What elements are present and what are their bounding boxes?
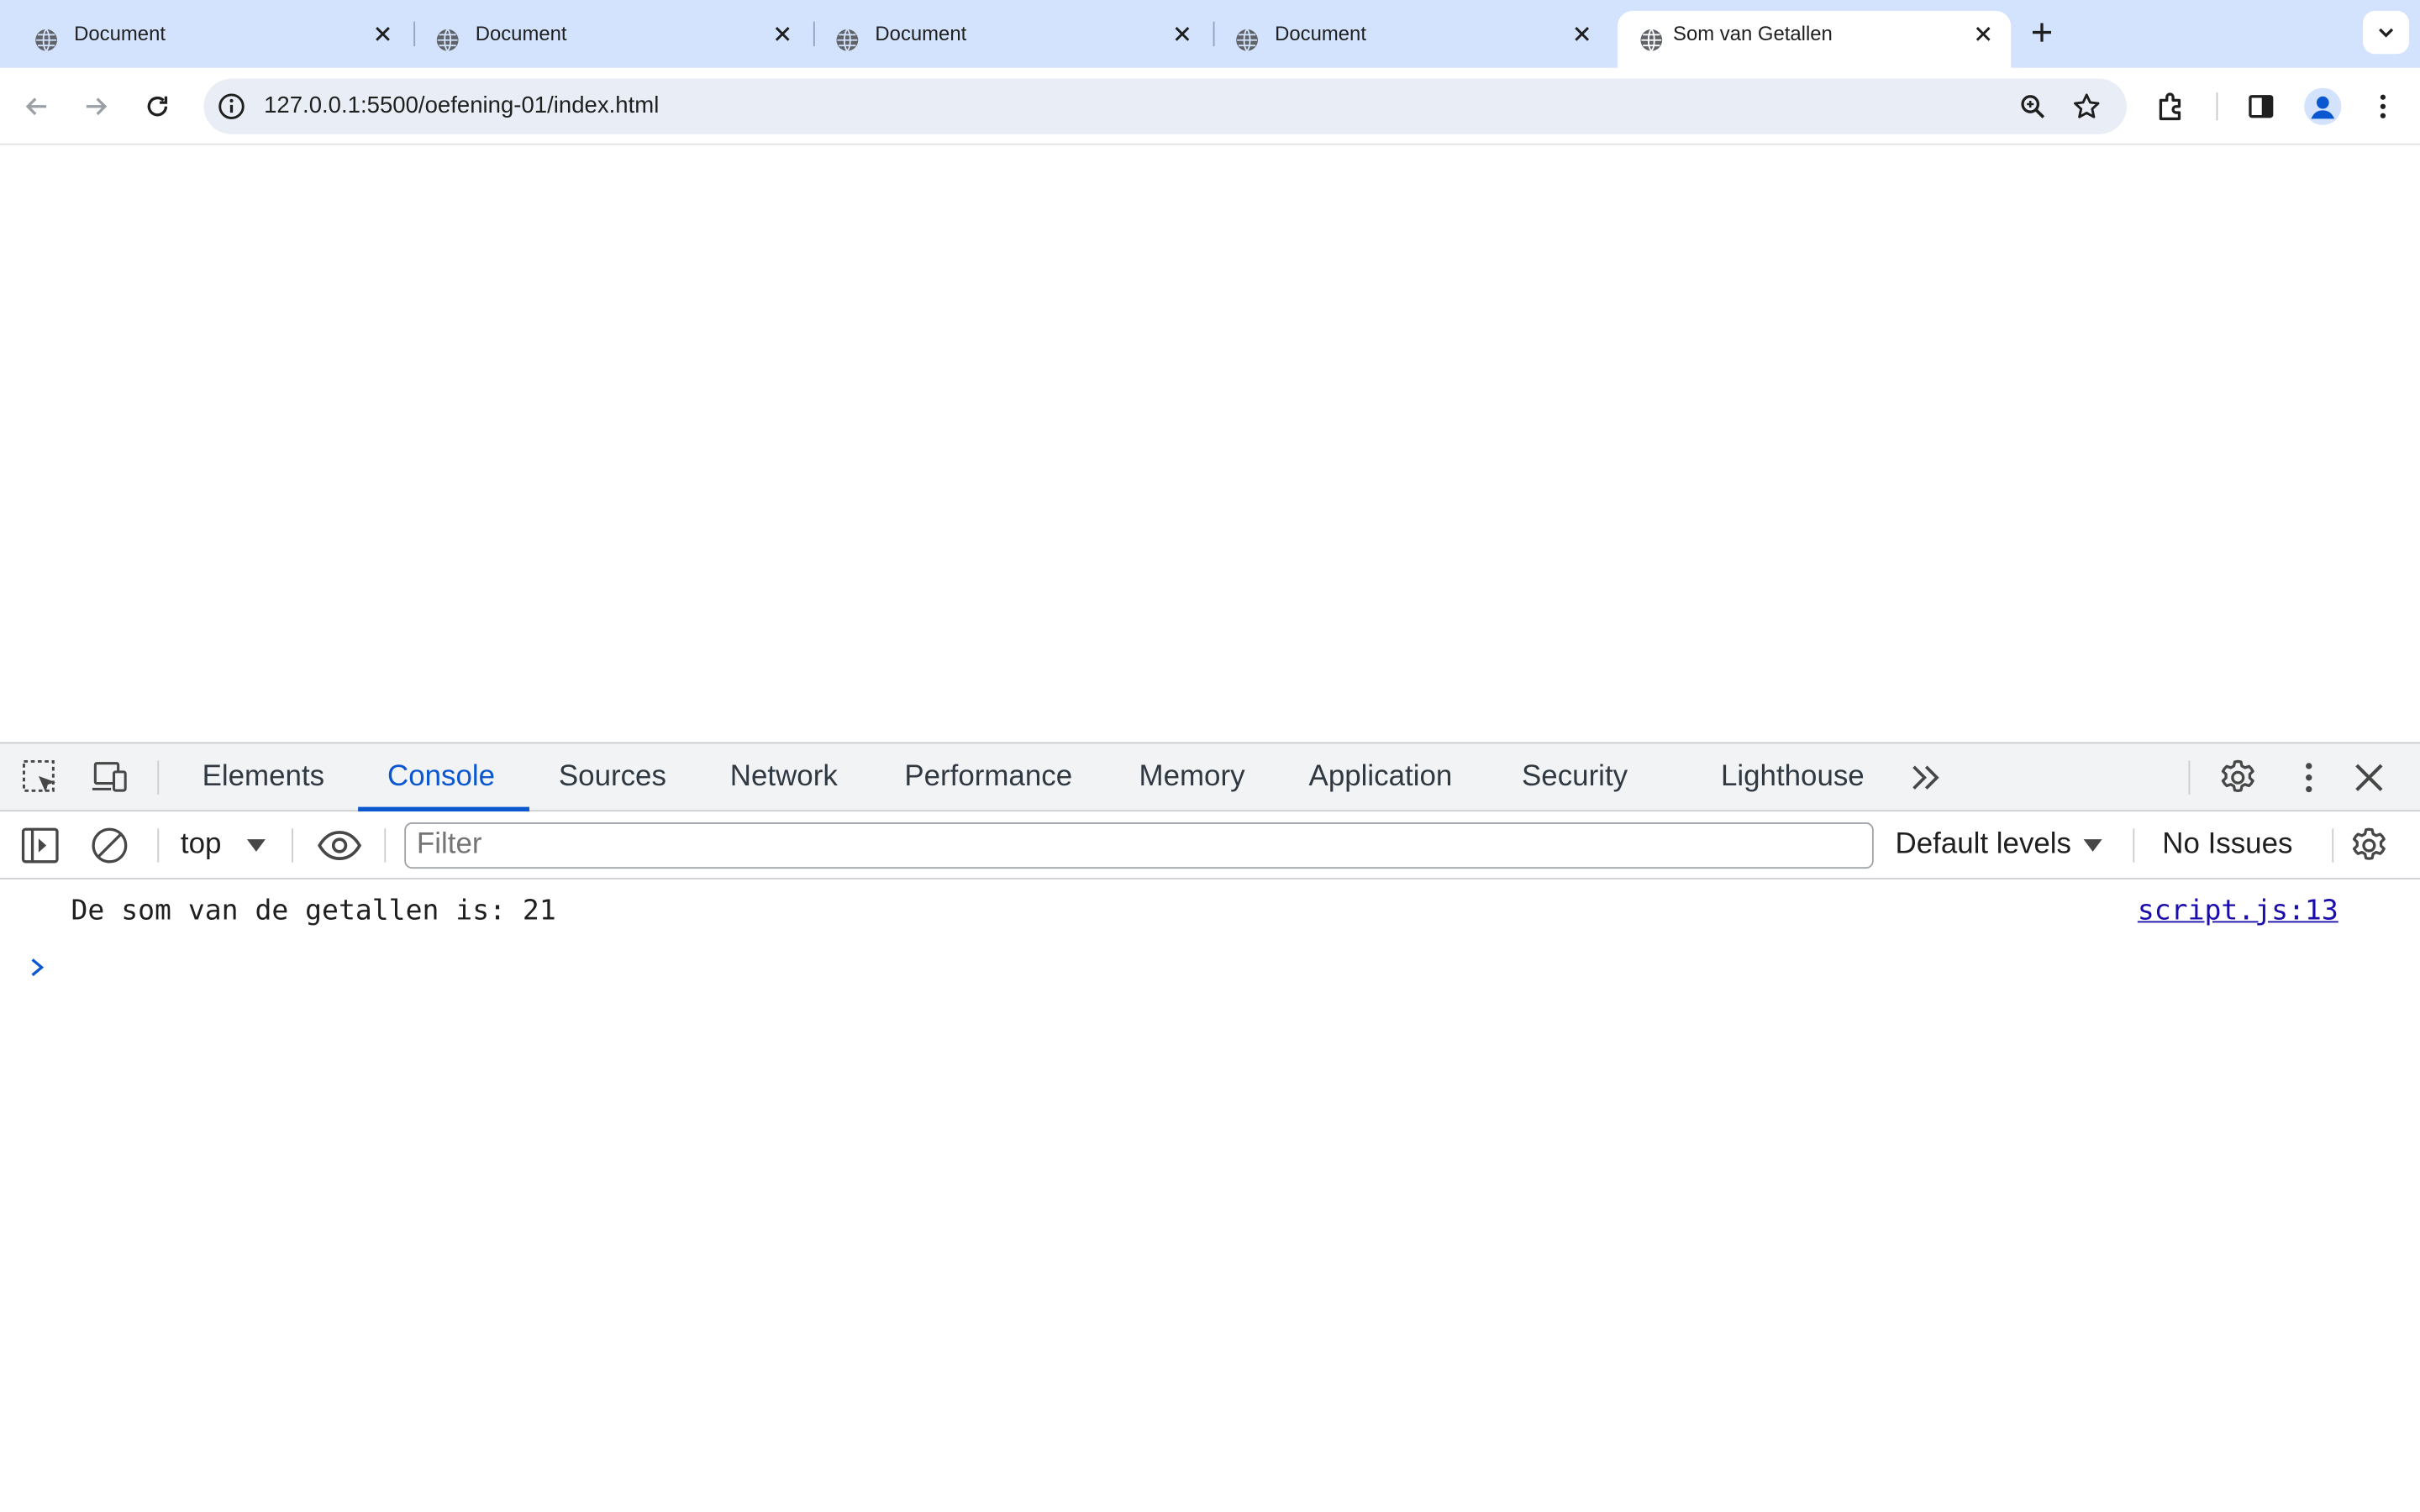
browser-tab[interactable]: Document (813, 11, 1207, 68)
close-icon[interactable] (1972, 24, 1994, 45)
devtools-tab-network[interactable]: Network (730, 743, 838, 811)
globe-icon (836, 29, 859, 52)
zoom-icon[interactable] (2018, 91, 2049, 122)
globe-icon (1640, 29, 1663, 52)
eye-icon (318, 831, 362, 860)
console-sidebar-toggle[interactable] (20, 826, 60, 866)
devtools-tab-application[interactable]: Application (1309, 743, 1453, 811)
forward-button[interactable] (76, 87, 116, 127)
clear-console-icon (92, 827, 128, 864)
extensions-button[interactable] (2151, 87, 2191, 127)
side-panel-icon (2249, 95, 2274, 118)
console-prompt-icon[interactable] (24, 953, 49, 981)
console-message-text: De som van de getallen is: 21 (71, 895, 556, 927)
device-toolbar-icon (92, 762, 127, 792)
log-levels-dropdown[interactable]: Default levels (1896, 811, 2112, 879)
profile-icon (2304, 87, 2342, 125)
globe-icon (35, 29, 57, 52)
console-divider (292, 828, 293, 863)
device-toolbar-button[interactable] (90, 758, 130, 798)
live-expression-button[interactable] (317, 826, 363, 866)
close-icon (2355, 764, 2383, 791)
devtools-settings-button[interactable] (2217, 758, 2258, 798)
page-viewport (0, 146, 2420, 743)
filter-input[interactable] (404, 822, 1874, 869)
forward-arrow-icon (86, 97, 108, 116)
address-bar[interactable]: 127.0.0.1:5500/oefening-01/index.html (203, 78, 2128, 134)
browser-tab-active[interactable]: Som van Getallen (1617, 10, 2012, 68)
devtools-divider (157, 760, 160, 795)
toolbar-divider (2216, 92, 2218, 121)
devtools-tab-memory[interactable]: Memory (1139, 743, 1245, 811)
devtools-menu-button[interactable] (2289, 758, 2329, 798)
back-button[interactable] (17, 87, 57, 127)
settings-gear-icon (2221, 759, 2254, 792)
close-icon[interactable] (1171, 24, 1193, 45)
console-divider (157, 828, 160, 863)
side-panel-button[interactable] (2241, 87, 2281, 127)
browser-tab[interactable]: Document (1213, 11, 1612, 68)
sidebar-toggle-icon (21, 827, 59, 864)
dropdown-triangle-icon (246, 839, 266, 852)
devtools-tab-security[interactable]: Security (1522, 743, 1628, 811)
devtools-close-button[interactable] (2349, 758, 2390, 798)
browser-toolbar: 127.0.0.1:5500/oefening-01/index.html (0, 67, 2420, 145)
kebab-menu-icon (2306, 763, 2312, 793)
star-icon[interactable] (2071, 91, 2102, 122)
devtools-tab-console[interactable]: Console (387, 743, 495, 811)
devtools-tab-performance[interactable]: Performance (904, 743, 1072, 811)
more-tabs-button[interactable] (1906, 758, 1946, 798)
clear-console-button[interactable] (90, 826, 130, 866)
console-divider (384, 828, 387, 863)
dropdown-triangle-icon (2083, 839, 2102, 852)
browser-tab[interactable]: Document (13, 11, 406, 68)
settings-gear-icon (2352, 827, 2386, 860)
tab-title: Som van Getallen (1673, 21, 1833, 45)
devtools-tab-elements[interactable]: Elements (203, 743, 324, 811)
globe-icon (1236, 29, 1258, 52)
context-selector[interactable]: top (181, 811, 273, 879)
kebab-menu-icon (2380, 94, 2386, 118)
console-output: De som van de getallen is: 21 script.js:… (0, 879, 2420, 1512)
devtools-divider (2188, 760, 2191, 795)
console-settings-button[interactable] (2349, 826, 2390, 866)
devtools-tab-bar: Elements Console Sources Network Perform… (0, 742, 2420, 812)
tab-title: Document (1275, 21, 1366, 45)
inspect-element-button[interactable] (20, 758, 60, 798)
tab-strip: Document Document Document Document Som … (0, 0, 2420, 68)
log-levels-label: Default levels (1895, 828, 2072, 861)
devtools-tab-sources[interactable]: Sources (559, 743, 666, 811)
address-url[interactable]: 127.0.0.1:5500/oefening-01/index.html (264, 79, 659, 134)
console-message-source-link[interactable]: script.js:13 (2138, 895, 2338, 927)
new-tab-button[interactable] (2020, 11, 2063, 54)
globe-icon (436, 29, 459, 52)
close-icon[interactable] (372, 24, 394, 45)
context-selector-label: top (180, 828, 222, 861)
console-divider (2133, 828, 2135, 863)
close-icon[interactable] (771, 24, 793, 45)
plus-icon (2032, 23, 2052, 42)
issues-counter[interactable]: No Issues (2162, 811, 2292, 879)
reload-button[interactable] (137, 87, 177, 127)
console-divider (2332, 828, 2334, 863)
tab-title: Document (875, 21, 967, 45)
close-icon[interactable] (1571, 24, 1593, 45)
console-toolbar: top Default levels No Issues (0, 811, 2420, 879)
chevron-down-icon (2379, 28, 2394, 38)
devtools-tab-lighthouse[interactable]: Lighthouse (1721, 743, 1865, 811)
back-arrow-icon (25, 97, 47, 116)
extensions-icon (2159, 92, 2181, 121)
tab-search-button[interactable] (2363, 10, 2410, 55)
tab-title: Document (74, 21, 166, 45)
browser-tab[interactable]: Document (413, 11, 807, 68)
inspect-element-icon (23, 759, 56, 793)
browser-menu-button[interactable] (2363, 87, 2403, 127)
profile-button[interactable] (2304, 87, 2342, 125)
tab-title: Document (475, 21, 567, 45)
reload-icon (147, 96, 168, 117)
more-tabs-icon (1912, 765, 1939, 790)
site-info-icon[interactable] (216, 91, 247, 122)
